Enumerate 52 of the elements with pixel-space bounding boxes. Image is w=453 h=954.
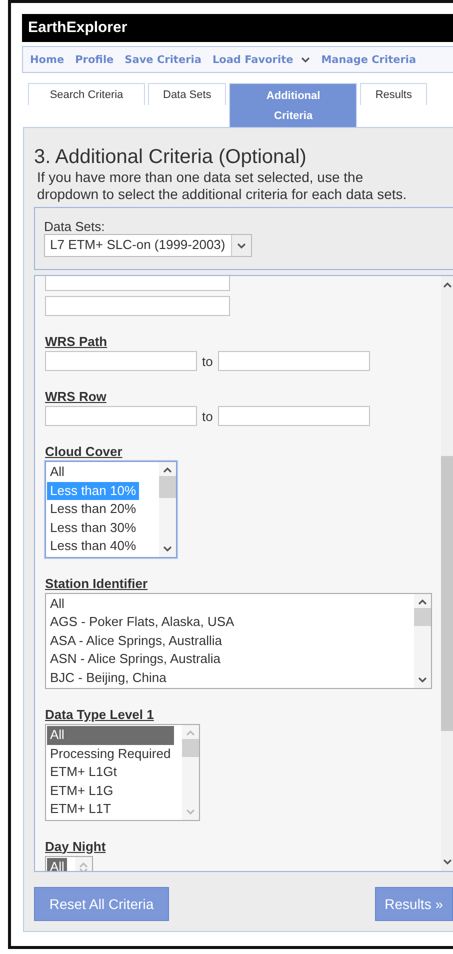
criteria-label: Station Identifier	[45, 576, 149, 590]
tab[interactable]: Data Sets	[148, 83, 226, 105]
criteria-label: Day Night	[45, 838, 107, 854]
app-title: EarthExplorer	[22, 14, 453, 42]
criteria-label: Cloud Cover	[45, 444, 124, 459]
list-option[interactable]: ASN - Alice Springs, Australia	[47, 650, 413, 668]
criteria-label: WRS Path	[45, 334, 108, 349]
scroll-down-icon[interactable]	[163, 546, 172, 552]
list-option[interactable]: AGS - Poker Flats, Alaska, USA	[47, 613, 413, 632]
description-text: If you have more than one data set selected, use the dropdown to select the additional criteria for each data sets.	[36, 169, 408, 203]
range-connector: to	[202, 354, 213, 368]
list-option[interactable]: Processing Required	[47, 744, 174, 763]
scroll-down-icon[interactable]	[418, 677, 427, 683]
list-option[interactable]: All	[47, 594, 413, 613]
scrollbar-thumb[interactable]	[441, 456, 453, 731]
list-option[interactable]: BJC - Beijing, China	[47, 668, 413, 687]
criteria-label: Data Type Level 1	[45, 707, 155, 722]
list-option[interactable]: ETM+ L1G	[47, 782, 174, 800]
field-label: Data Sets:	[44, 219, 106, 234]
scroll-up-icon[interactable]	[442, 282, 452, 288]
range-connector: to	[202, 408, 213, 424]
input-field[interactable]	[45, 296, 230, 316]
list-option[interactable]: ETM+ L1T	[47, 800, 174, 818]
input-field[interactable]	[218, 351, 370, 371]
list-option[interactable]: All	[47, 726, 174, 744]
list-option[interactable]: Less than 30%	[47, 518, 140, 537]
list-option[interactable]: Less than 20%	[47, 500, 140, 518]
tab[interactable]: Results	[360, 83, 427, 105]
input-field[interactable]	[218, 406, 370, 426]
scroll-down-icon[interactable]	[442, 859, 452, 865]
list-box[interactable]: All AGS - Poker Flats, Alaska, USA ASA - Alice Springs, Australlia ASN - Alice Springs, Australia BJC - Beijing, China	[45, 592, 432, 689]
list-option[interactable]: All	[47, 463, 140, 482]
list-option[interactable]: Less than 40%	[47, 537, 140, 556]
scrollbar-thumb[interactable]	[414, 608, 431, 626]
input-field[interactable]	[45, 351, 197, 371]
list-option[interactable]: All	[47, 858, 68, 871]
tab[interactable]: Search Criteria	[28, 83, 145, 105]
list-box[interactable]: All Less than 10% Less than 20% Less than 30% Less than 40%	[45, 461, 178, 558]
section-heading: 3. Additional Criteria (Optional)	[34, 146, 308, 169]
list-option[interactable]: ASA - Alice Springs, Australlia	[47, 632, 413, 650]
list-box[interactable]: All Processing Required ETM+ L1Gt ETM+ L1G ETM+ L1T	[45, 724, 200, 820]
scroll-up-icon[interactable]	[163, 467, 172, 473]
scroll-up-icon[interactable]	[418, 598, 427, 604]
criteria-label: WRS Row	[45, 389, 108, 404]
scrollbar-thumb[interactable]	[159, 476, 176, 498]
input-field[interactable]	[45, 406, 197, 426]
caret-icon[interactable]	[301, 56, 310, 62]
scrollbar-thumb[interactable]	[182, 739, 199, 757]
dataset-dropdown[interactable]: L7 ETM+ SLC-on (1999-2003)	[44, 234, 252, 257]
list-box[interactable]: All	[45, 856, 94, 871]
list-option[interactable]: ETM+ L1Gt	[47, 763, 174, 782]
input-field[interactable]	[45, 276, 230, 291]
